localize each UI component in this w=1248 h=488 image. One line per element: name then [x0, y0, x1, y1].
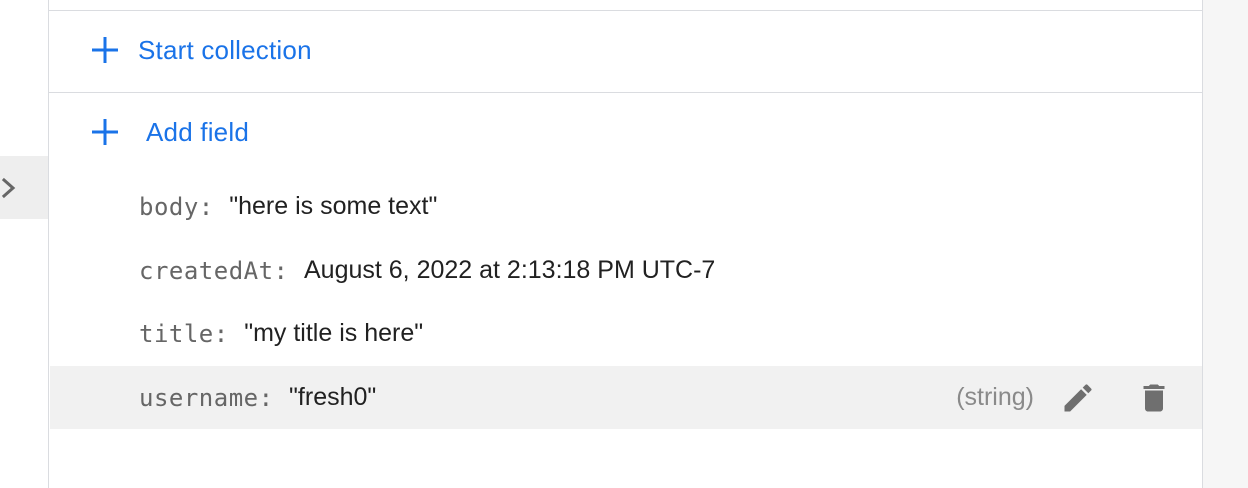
start-collection-label: Start collection [138, 34, 312, 65]
plus-icon [92, 119, 118, 145]
field-colon: : [213, 319, 229, 348]
field-row-title[interactable]: title: "my title is here" [50, 302, 1202, 365]
add-field-button[interactable]: Add field [89, 116, 249, 148]
document-panel: Start collection Add field body: "here i… [48, 0, 1203, 488]
expand-panel-button[interactable] [0, 156, 48, 219]
pencil-icon[interactable] [1060, 380, 1096, 416]
divider [49, 10, 1202, 11]
field-key: body [139, 192, 199, 221]
field-value: "fresh0" [289, 383, 377, 411]
plus-icon [92, 37, 118, 63]
field-value: "here is some text" [229, 192, 438, 220]
left-column [0, 0, 48, 488]
field-key: createdAt [139, 256, 274, 285]
field-value: "my title is here" [244, 319, 424, 347]
field-type-label: (string) [956, 383, 1034, 411]
field-row-body[interactable]: body: "here is some text" [50, 175, 1202, 238]
chevron-right-icon [1, 177, 16, 199]
field-row-username[interactable]: username: "fresh0" (string) [50, 366, 1202, 429]
field-colon: : [258, 383, 274, 412]
start-collection-button[interactable]: Start collection [89, 34, 312, 66]
field-key: username [139, 383, 259, 412]
field-row-createdat[interactable]: createdAt: August 6, 2022 at 2:13:18 PM … [50, 239, 1202, 302]
trash-icon[interactable] [1136, 380, 1172, 416]
field-colon: : [198, 192, 214, 221]
right-gutter [1203, 0, 1248, 488]
add-field-label: Add field [146, 116, 249, 147]
field-value: August 6, 2022 at 2:13:18 PM UTC-7 [304, 256, 716, 284]
divider [49, 92, 1202, 93]
field-colon: : [273, 256, 288, 285]
field-key: title [139, 319, 214, 348]
